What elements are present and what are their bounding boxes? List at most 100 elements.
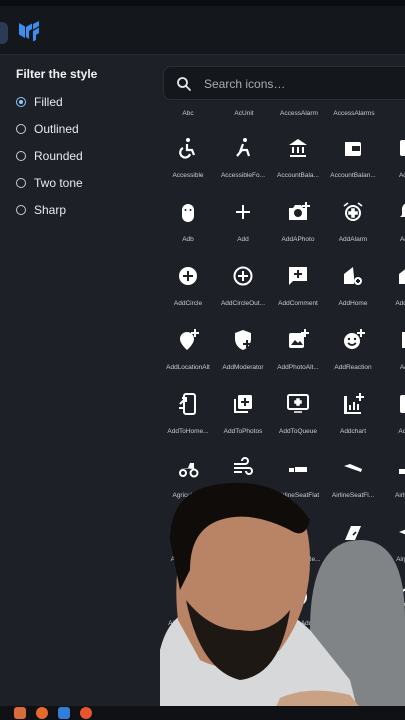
- icon-tile[interactable]: Alarm: [380, 572, 405, 636]
- icon-tile[interactable]: AddHom: [380, 252, 405, 316]
- icon-label: AddSc: [398, 428, 405, 435]
- icon-label: AddA: [400, 236, 405, 243]
- icon-tile[interactable]: AddHome: [325, 252, 381, 316]
- icon-tile[interactable]: AddSc: [380, 380, 405, 444]
- app-icon[interactable]: [14, 707, 26, 719]
- app-icon[interactable]: [80, 707, 92, 719]
- radio-filled[interactable]: Filled: [16, 95, 63, 109]
- icon-tile[interactable]: AirlineSeat: [215, 508, 271, 572]
- mui-logo-icon[interactable]: [18, 20, 44, 42]
- icon-tile[interactable]: AddCircle: [160, 252, 216, 316]
- icon-tile[interactable]: Accou: [380, 124, 405, 188]
- icon-tile[interactable]: Airplane: [380, 508, 405, 572]
- radio-outlined[interactable]: Outlined: [16, 122, 79, 136]
- icon-grid-row: Accessible AccessibleFo... AccountBala... A…: [160, 124, 405, 188]
- material-icon: [399, 529, 405, 535]
- material-icon: [289, 588, 307, 606]
- icon-tile[interactable]: Adb: [160, 188, 216, 252]
- icon-label: AirlineSe: [394, 492, 405, 499]
- style-filter-sidebar: Filter the style Filled Outlined Rounded…: [0, 55, 160, 720]
- radio-sharp[interactable]: Sharp: [16, 203, 66, 217]
- icon-tile[interactable]: AirlineSe: [380, 444, 405, 508]
- material-icon: [234, 395, 252, 413]
- icon-grid-row: AirportShuttleAlarmAlarmAddAlarmOffAlarm: [160, 572, 405, 636]
- icon-tile[interactable]: AddModerator: [215, 316, 271, 380]
- radio-two-tone[interactable]: Two tone: [16, 176, 83, 190]
- icon-tile[interactable]: AddR: [380, 316, 405, 380]
- icon-tile[interactable]: AddAPhoto: [270, 188, 326, 252]
- icon-tile[interactable]: AirlineSeatFlat: [270, 444, 326, 508]
- material-icon: [236, 138, 251, 157]
- material-icon: [179, 267, 197, 285]
- material-icon: [345, 142, 361, 156]
- icon-tile[interactable]: AirlineSeatRe...: [270, 508, 326, 572]
- icon-search-box[interactable]: [163, 66, 405, 100]
- search-input[interactable]: [202, 74, 405, 94]
- icon-tile[interactable]: AddToHome...: [160, 380, 216, 444]
- icon-tile[interactable]: AddPhotoAlt...: [270, 316, 326, 380]
- material-icon: [400, 140, 405, 156]
- icon-tile[interactable]: AddAlarm: [325, 188, 381, 252]
- icon-tile[interactable]: AddLocationAlt: [160, 316, 216, 380]
- icon-tile[interactable]: Add: [215, 188, 271, 252]
- icon-grid-row: AddCircle AddCircleOut... AddComment AddHom…: [160, 252, 405, 316]
- material-icon: [179, 138, 196, 159]
- material-icon: [399, 469, 405, 474]
- firefox-icon[interactable]: [36, 707, 48, 719]
- icon-tile[interactable]: Accessible: [160, 124, 216, 188]
- icon-tile[interactable]: AccountBalan...: [325, 124, 381, 188]
- icon-grid-row: Agriculture Air AirlineSeatFlat AirlineSeat…: [160, 444, 405, 508]
- filter-title: Filter the style: [16, 67, 98, 81]
- material-icon: [236, 205, 250, 219]
- icon-label: AddR: [399, 364, 405, 371]
- radio-unchecked-icon[interactable]: [16, 151, 26, 161]
- icon-tile[interactable]: Airlines: [325, 508, 381, 572]
- material-icon: [179, 463, 199, 478]
- icon-tile[interactable]: Agriculture: [160, 444, 216, 508]
- radio-checked-icon[interactable]: [16, 97, 26, 107]
- menu-button[interactable]: [0, 22, 8, 44]
- icon-grid-row: AddToHome... AddToPhotos AddToQueue Addchar…: [160, 380, 405, 444]
- icon-tile[interactable]: AddReaction: [325, 316, 381, 380]
- icon-tile[interactable]: AlarmAdd: [270, 572, 326, 636]
- material-icon: [180, 329, 199, 350]
- icon-label: Alarm: [399, 620, 405, 627]
- icon-tile[interactable]: Alarm: [215, 572, 271, 636]
- icon-label: Airplane: [396, 556, 405, 563]
- material-icon: [400, 395, 405, 413]
- radio-unchecked-icon[interactable]: [16, 178, 26, 188]
- material-icon: [289, 139, 307, 157]
- icon-tile[interactable]: AirportShuttle: [160, 572, 216, 636]
- material-icon: [399, 269, 405, 284]
- icon-tile[interactable]: AccessibleFo...: [215, 124, 271, 188]
- search-icon: [177, 77, 191, 91]
- icon-tile[interactable]: AddCircleOut...: [215, 252, 271, 316]
- icon-tile[interactable]: AirlineSeatFl...: [325, 444, 381, 508]
- radio-rounded[interactable]: Rounded: [16, 149, 83, 163]
- vscode-icon[interactable]: [58, 707, 70, 719]
- icon-tile[interactable]: AddA: [380, 188, 405, 252]
- icon-grid-row: AdbAddAddAPhotoAddAlarm AddA: [160, 188, 405, 252]
- icon-tile[interactable]: AddToPhotos: [215, 380, 271, 444]
- radio-label: Sharp: [34, 203, 67, 217]
- taskbar: [0, 706, 405, 720]
- icon-label: AccessAlarms: [333, 110, 375, 117]
- icon-label: Accou: [398, 172, 405, 179]
- material-icon: [345, 526, 361, 540]
- material-icon: [289, 267, 307, 285]
- icon-tile[interactable]: AddToQueue: [270, 380, 326, 444]
- material-icon: [343, 586, 363, 606]
- radio-unchecked-icon[interactable]: [16, 205, 26, 215]
- icon-grid-header-row: Abc AcUnit AccessAlarm AccessAlarms: [160, 106, 405, 120]
- material-icon: [344, 393, 364, 414]
- material-icon: [402, 332, 405, 348]
- icon-tile[interactable]: Addchart: [325, 380, 381, 444]
- material-icon: [289, 467, 307, 472]
- icon-tile[interactable]: Air: [215, 444, 271, 508]
- icon-tile[interactable]: AlarmOff: [325, 572, 381, 636]
- icon-tile[interactable]: AddComment: [270, 252, 326, 316]
- icon-tile[interactable]: AccountBala...: [270, 124, 326, 188]
- icon-tile[interactable]: AirlineStops: [160, 508, 216, 572]
- radio-unchecked-icon[interactable]: [16, 124, 26, 134]
- material-icon: [343, 202, 363, 221]
